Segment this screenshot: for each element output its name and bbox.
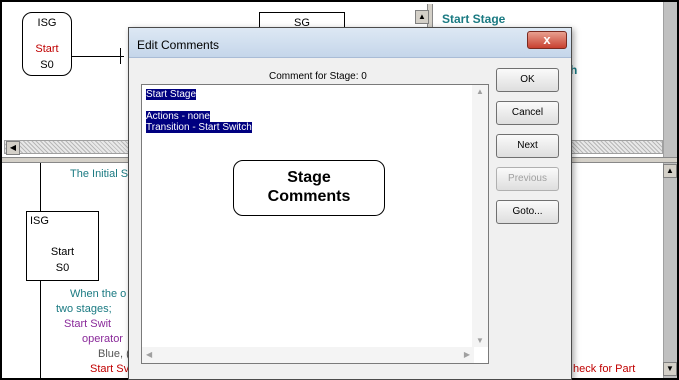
callout-line-2: Comments bbox=[267, 188, 351, 205]
comment-textarea[interactable]: Start Stage Actions - none Transition - … bbox=[141, 84, 489, 364]
stage-name: Start bbox=[35, 43, 59, 55]
stage-type: ISG bbox=[37, 17, 57, 29]
scroll-left-arrow-icon[interactable]: ◀ bbox=[6, 141, 20, 155]
scroll-right-arrow-icon[interactable]: ▶ bbox=[464, 350, 470, 359]
purple-line-2: operator bbox=[82, 333, 123, 345]
ok-button[interactable]: OK bbox=[496, 68, 559, 92]
comment-line-4: Transition - Start Switch bbox=[146, 122, 252, 133]
contact-symbol bbox=[120, 48, 121, 64]
stage-type: ISG bbox=[30, 215, 49, 227]
comment-header: Comment for Stage: 0 bbox=[269, 71, 367, 82]
top-right-vscrollbar[interactable] bbox=[663, 2, 677, 157]
purple-line-1: Start Swit bbox=[64, 318, 112, 330]
stage-comments-callout: Stage Comments bbox=[233, 160, 385, 216]
close-icon: x bbox=[543, 32, 551, 47]
comment-line-1: Start Stage bbox=[146, 89, 197, 100]
isg-stage-block[interactable]: ISG Start S0 bbox=[22, 12, 72, 76]
stage-number: S0 bbox=[40, 59, 54, 71]
scroll-up-arrow-icon[interactable]: ▲ bbox=[415, 10, 429, 24]
rung-wire bbox=[72, 56, 124, 57]
goto-button[interactable]: Goto... bbox=[496, 200, 559, 224]
comment-text: Start Stage Actions - none Transition - … bbox=[146, 89, 252, 133]
desc-line-1: When the o bbox=[70, 288, 127, 300]
isg-stage-block-bottom[interactable]: ISG Start S0 bbox=[26, 211, 99, 281]
stage-comment-line: The Initial S bbox=[70, 168, 129, 180]
callout-line-1: Stage bbox=[287, 169, 331, 186]
desc-line-2: two stages; bbox=[56, 303, 112, 315]
right-red-text: heck for Part bbox=[573, 363, 636, 375]
comment-line-3: Actions - none bbox=[146, 111, 210, 122]
blue-line: Blue, ( bbox=[98, 348, 130, 360]
textarea-vscrollbar[interactable]: ▲ ▼ bbox=[472, 85, 488, 347]
textarea-hscrollbar[interactable]: ◀ ▶ bbox=[142, 347, 474, 363]
next-button[interactable]: Next bbox=[496, 134, 559, 158]
bottom-vscrollbar[interactable] bbox=[663, 163, 677, 378]
previous-button[interactable]: Previous bbox=[496, 167, 559, 191]
close-button[interactable]: x bbox=[527, 31, 567, 49]
scroll-left-arrow-icon[interactable]: ◀ bbox=[146, 350, 152, 359]
scroll-up-arrow-icon[interactable]: ▲ bbox=[663, 164, 677, 178]
dialog-title: Edit Comments bbox=[137, 38, 220, 52]
scroll-down-arrow-icon[interactable]: ▼ bbox=[476, 336, 484, 345]
stage-number: S0 bbox=[55, 262, 70, 274]
scroll-down-arrow-icon[interactable]: ▼ bbox=[663, 362, 677, 376]
red-line: Start Sv bbox=[90, 363, 130, 375]
stage-name: Start bbox=[50, 246, 75, 258]
cancel-button[interactable]: Cancel bbox=[496, 101, 559, 125]
dialog-titlebar[interactable]: Edit Comments x bbox=[129, 28, 571, 58]
stage-heading: Start Stage bbox=[442, 12, 506, 26]
scroll-up-arrow-icon[interactable]: ▲ bbox=[476, 87, 484, 96]
